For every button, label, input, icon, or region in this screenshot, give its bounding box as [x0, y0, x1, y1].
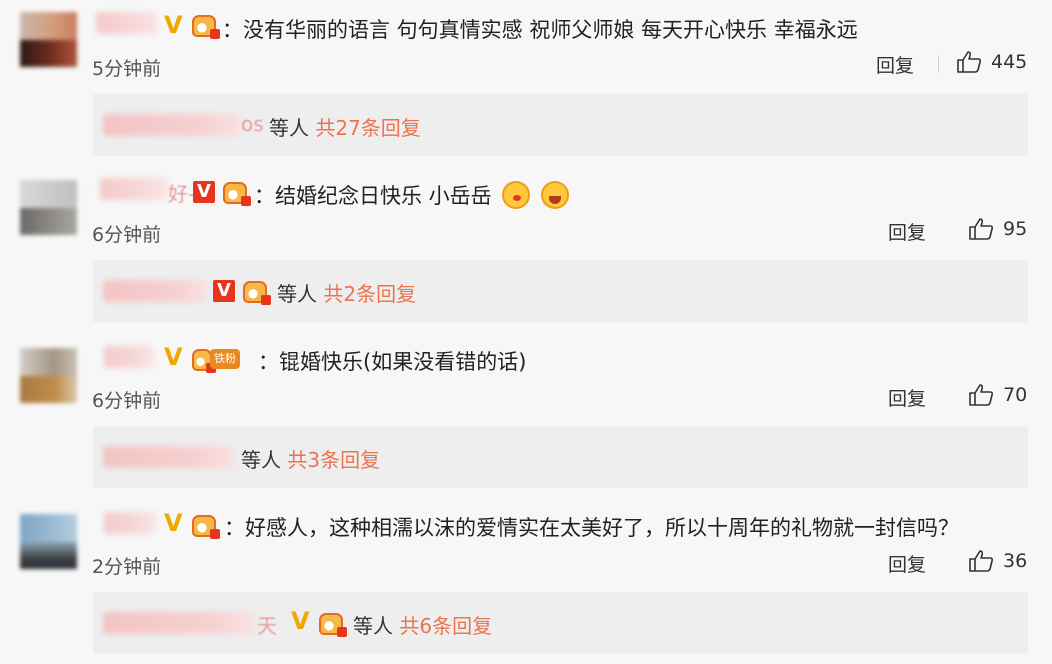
sub-replies-box[interactable]: os 等人 共27条回复 — [93, 94, 1028, 156]
sub-user-suffix: os — [241, 112, 264, 136]
sub-reply-users-redacted — [103, 446, 235, 468]
sub-replies-box[interactable]: 等人 共3条回复 — [93, 426, 1028, 488]
avatar[interactable] — [20, 12, 77, 67]
username-redacted[interactable] — [100, 178, 168, 200]
crown-badge-icon — [192, 15, 220, 39]
avatar[interactable] — [20, 348, 77, 403]
comment-text: ：锟婚快乐(如果没看错的话) — [258, 350, 527, 374]
comment-item: V ：没有华丽的语言 句句真情实感 祝师父师娘 每天开心快乐 幸福永远 5分钟前… — [0, 0, 1052, 166]
sub-dengren: 等人 — [269, 116, 309, 140]
reply-button[interactable]: 回复 — [876, 51, 914, 78]
sub-reply-count-link[interactable]: 共6条回复 — [399, 614, 492, 638]
crown-badge-icon — [192, 349, 216, 373]
comment-time: 6分钟前 — [92, 224, 162, 246]
comment-text: ：没有华丽的语言 句句真情实感 祝师父师娘 每天开心快乐 幸福永远 — [222, 18, 858, 42]
comment-time: 5分钟前 — [92, 58, 162, 80]
thumbs-up-icon[interactable] — [968, 549, 994, 573]
name-suffix: 好- — [168, 182, 196, 206]
like-count: 95 — [1003, 218, 1028, 240]
sub-reply-count-link[interactable]: 共3条回复 — [287, 448, 380, 472]
cry-emoji-icon — [541, 181, 570, 209]
comment-text-body: ：结婚纪念日快乐 小岳岳 — [254, 184, 492, 208]
vip-badge-icon: V — [164, 343, 183, 371]
crown-badge-icon — [243, 281, 271, 305]
comment-item: V 铁粉 ：锟婚快乐(如果没看错的话) 6分钟前 回复 70 等人 共3条回复 — [0, 332, 1052, 498]
comment-time: 2分钟前 — [92, 556, 162, 578]
comment-time: 6分钟前 — [92, 390, 162, 412]
sub-reply-count-link[interactable]: 共2条回复 — [323, 282, 416, 306]
sub-reply-summary: 等人 共2条回复 — [277, 278, 416, 307]
vip-badge-icon: V — [291, 607, 310, 635]
thumbs-up-icon[interactable] — [956, 50, 982, 74]
crown-badge-icon — [192, 515, 220, 539]
sub-user-suffix: 天 — [257, 614, 277, 638]
sub-reply-summary: 等人 共3条回复 — [241, 444, 380, 473]
sub-reply-users-redacted — [103, 612, 255, 634]
vip-badge-icon: V — [164, 509, 183, 537]
comment-item: 好- V ：结婚纪念日快乐 小岳岳 6分钟前 回复 95 V 等人 共2条回复 — [0, 166, 1052, 332]
divider — [938, 55, 939, 73]
sub-reply-users-redacted — [103, 114, 241, 136]
like-count: 445 — [991, 51, 1028, 73]
crown-badge-icon — [223, 182, 251, 206]
reply-button[interactable]: 回复 — [888, 384, 926, 411]
sub-reply-count-link[interactable]: 共27条回复 — [315, 116, 420, 140]
vip-badge-icon: V — [164, 11, 183, 39]
avatar[interactable] — [20, 514, 77, 569]
username-redacted[interactable] — [96, 12, 158, 34]
reply-button[interactable]: 回复 — [888, 218, 926, 245]
comment-text: ：好感人，这种相濡以沫的爱情实在太美好了，所以十周年的礼物就一封信吗？ — [224, 516, 959, 540]
thumbs-up-icon[interactable] — [968, 217, 994, 241]
fan-tag-badge: 铁粉 — [210, 349, 240, 369]
thumbs-up-icon[interactable] — [968, 383, 994, 407]
sub-reply-users-redacted — [103, 280, 207, 302]
vip-badge-icon: V — [193, 181, 215, 203]
kiss-emoji-icon — [502, 181, 531, 209]
username-redacted[interactable] — [104, 346, 154, 368]
crown-badge-icon — [319, 613, 347, 637]
like-count: 70 — [1003, 384, 1028, 406]
comment-text: ：结婚纪念日快乐 小岳岳 — [254, 180, 570, 211]
sub-reply-summary: 等人 共27条回复 — [269, 112, 421, 141]
sub-dengren: 等人 — [241, 448, 281, 472]
sub-dengren: 等人 — [353, 614, 393, 638]
vip-badge-icon: V — [213, 280, 235, 302]
comment-item: V ：好感人，这种相濡以沫的爱情实在太美好了，所以十周年的礼物就一封信吗？ 2分… — [0, 498, 1052, 664]
reply-button[interactable]: 回复 — [888, 550, 926, 577]
sub-reply-summary: 等人 共6条回复 — [353, 610, 492, 639]
username-redacted[interactable] — [104, 512, 156, 534]
sub-dengren: 等人 — [277, 282, 317, 306]
avatar[interactable] — [20, 180, 77, 235]
sub-replies-box[interactable]: V 等人 共2条回复 — [93, 260, 1028, 322]
sub-replies-box[interactable]: 天 V 等人 共6条回复 — [93, 592, 1028, 654]
like-count: 36 — [1003, 550, 1028, 572]
